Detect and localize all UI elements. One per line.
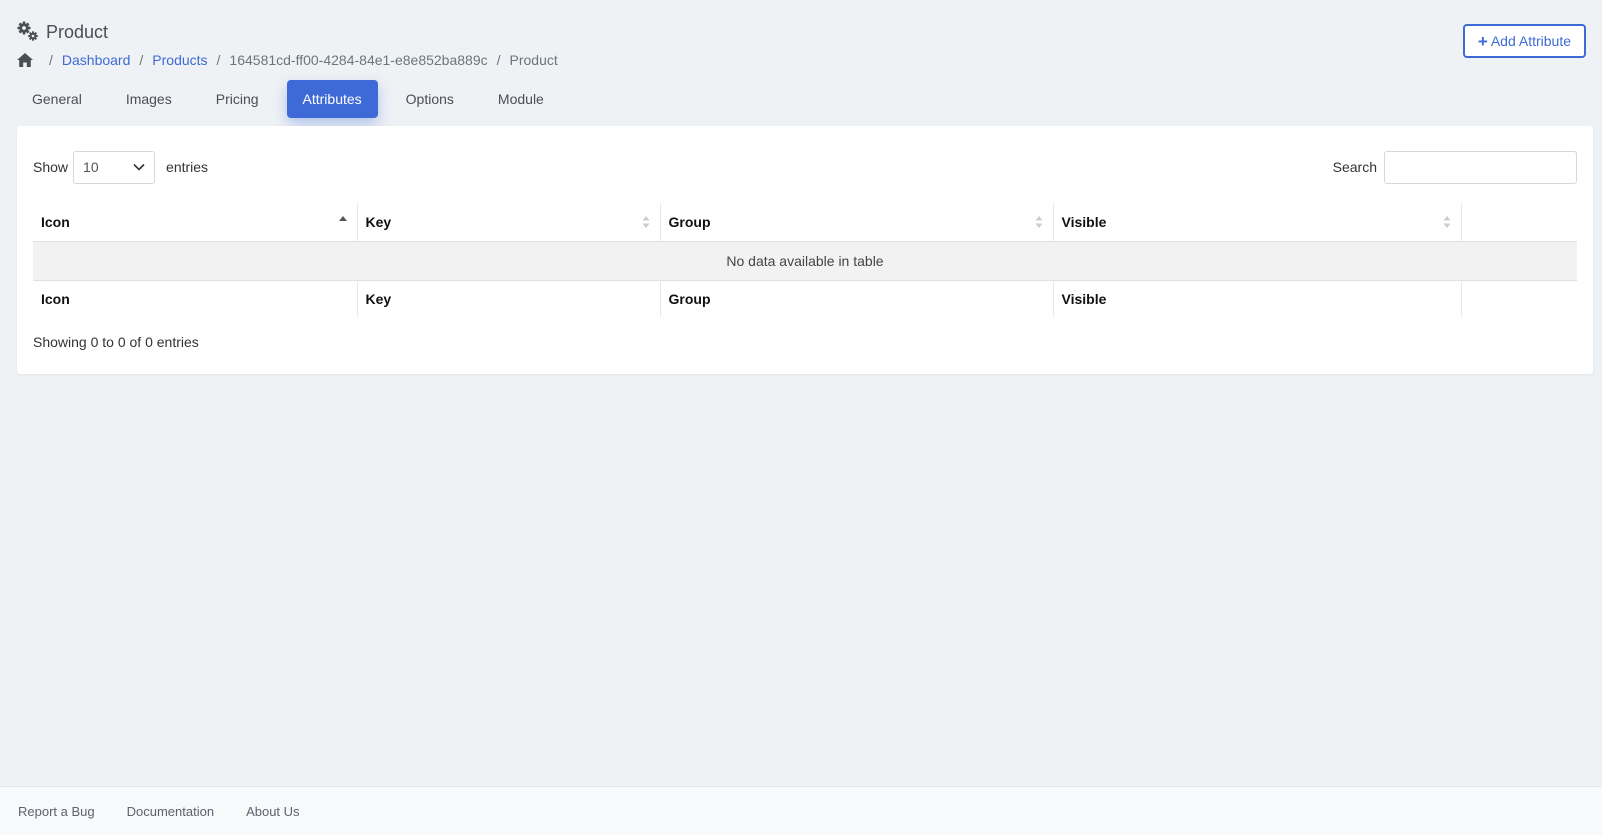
column-header-visible[interactable]: Visible [1053, 203, 1462, 242]
add-attribute-label: Add Attribute [1490, 33, 1571, 49]
page-length-select[interactable]: 10 [73, 150, 156, 184]
footer-column-icon: Icon [33, 279, 358, 317]
footer-column-actions [1461, 279, 1577, 317]
breadcrumb-separator: / [496, 52, 501, 68]
column-header-icon[interactable]: Icon [33, 203, 358, 242]
breadcrumb: / Dashboard / Products / 164581cd-ff00-4… [16, 50, 1586, 70]
footer-column-group: Group [660, 279, 1054, 317]
column-header-group[interactable]: Group [660, 203, 1054, 242]
breadcrumb-separator: / [216, 52, 221, 68]
tab-options[interactable]: Options [390, 80, 470, 118]
table-header-row: Icon Key Group Visible [33, 203, 1577, 242]
breadcrumb-products-link[interactable]: Products [152, 52, 207, 68]
column-header-key[interactable]: Key [357, 203, 661, 242]
gears-icon [16, 20, 40, 44]
title-row: Product [16, 20, 1586, 44]
page: Product / Dashboard / Products / 164581c… [0, 0, 1602, 835]
page-title: Product [46, 21, 109, 42]
page-length-value: 10 [83, 159, 99, 175]
tab-attributes[interactable]: Attributes [286, 80, 378, 118]
add-attribute-button[interactable]: + Add Attribute [1462, 24, 1586, 58]
tab-module[interactable]: Module [482, 80, 560, 118]
footer-link-about-us[interactable]: About Us [246, 804, 299, 819]
tab-general[interactable]: General [16, 80, 98, 118]
footer-column-visible: Visible [1053, 279, 1462, 317]
page-header: Product / Dashboard / Products / 164581c… [16, 20, 1586, 72]
plus-icon: + [1477, 31, 1488, 51]
breadcrumb-product-id: 164581cd-ff00-4284-84e1-e8e852ba889c [229, 52, 488, 68]
breadcrumb-dashboard-link[interactable]: Dashboard [62, 52, 131, 68]
breadcrumb-separator: / [49, 52, 53, 68]
footer-column-key: Key [357, 279, 661, 317]
home-icon[interactable] [16, 52, 34, 68]
attributes-card: Show 10 entries Search Icon Key Group Vi… [17, 126, 1593, 374]
search-label: Search [1332, 159, 1377, 175]
show-label: Show [33, 159, 69, 175]
attributes-table: Icon Key Group Visible No data available… [33, 203, 1577, 317]
table-footer-row: Icon Key Group Visible [33, 279, 1577, 317]
page-footer: Report a Bug Documentation About Us [0, 786, 1602, 835]
sort-both-icon [1443, 215, 1451, 229]
sort-both-icon [1035, 215, 1043, 229]
footer-link-report-bug[interactable]: Report a Bug [18, 804, 95, 819]
tab-images[interactable]: Images [110, 80, 188, 118]
chevron-down-icon [133, 163, 145, 171]
empty-table-message: No data available in table [33, 241, 1577, 280]
search-control: Search [1333, 150, 1577, 184]
breadcrumb-separator: / [139, 52, 144, 68]
table-info: Showing 0 to 0 of 0 entries [33, 334, 199, 350]
tab-bar: General Images Pricing Attributes Option… [16, 80, 572, 118]
page-length-control: Show 10 entries [33, 150, 208, 184]
entries-label: entries [166, 159, 209, 175]
sort-asc-icon [338, 215, 347, 229]
search-input[interactable] [1384, 150, 1577, 184]
breadcrumb-current: Product [509, 52, 558, 68]
table-controls: Show 10 entries Search [33, 150, 1577, 184]
footer-link-documentation[interactable]: Documentation [127, 804, 214, 819]
tab-pricing[interactable]: Pricing [200, 80, 275, 118]
table-row: No data available in table [33, 241, 1577, 280]
sort-both-icon [642, 215, 650, 229]
column-header-actions [1461, 203, 1577, 242]
